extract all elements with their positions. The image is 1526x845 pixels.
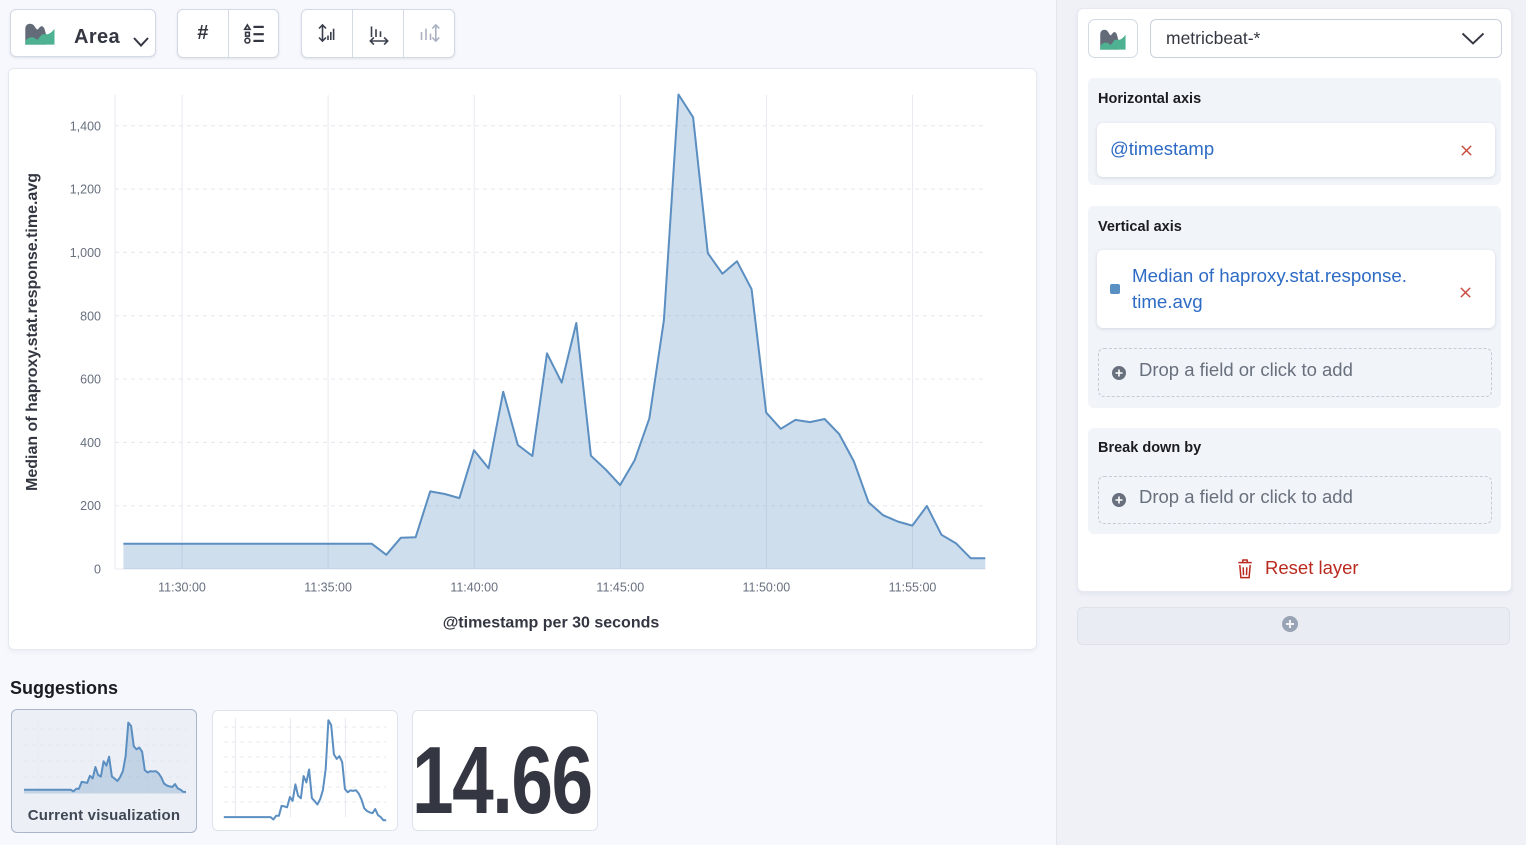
svg-text:0: 0 bbox=[94, 563, 101, 577]
svg-text:11:30:00: 11:30:00 bbox=[158, 581, 206, 595]
svg-text:200: 200 bbox=[80, 499, 101, 513]
svg-text:Median of haproxy.stat.respons: Median of haproxy.stat.response.time.avg bbox=[24, 173, 41, 491]
svg-text:1,000: 1,000 bbox=[70, 246, 101, 260]
svg-text:800: 800 bbox=[80, 309, 101, 323]
svg-text:11:35:00: 11:35:00 bbox=[304, 581, 352, 595]
svg-text:Current visualization: Current visualization bbox=[28, 807, 181, 824]
svg-text:11:45:00: 11:45:00 bbox=[596, 581, 644, 595]
svg-text:600: 600 bbox=[80, 373, 101, 387]
svg-text:1,400: 1,400 bbox=[70, 119, 101, 133]
svg-text:1,200: 1,200 bbox=[70, 183, 101, 197]
svg-text:11:40:00: 11:40:00 bbox=[450, 581, 498, 595]
svg-text:11:50:00: 11:50:00 bbox=[743, 581, 791, 595]
svg-text:400: 400 bbox=[80, 436, 101, 450]
svg-text:@timestamp per 30 seconds: @timestamp per 30 seconds bbox=[443, 615, 660, 632]
svg-text:11:55:00: 11:55:00 bbox=[889, 581, 937, 595]
